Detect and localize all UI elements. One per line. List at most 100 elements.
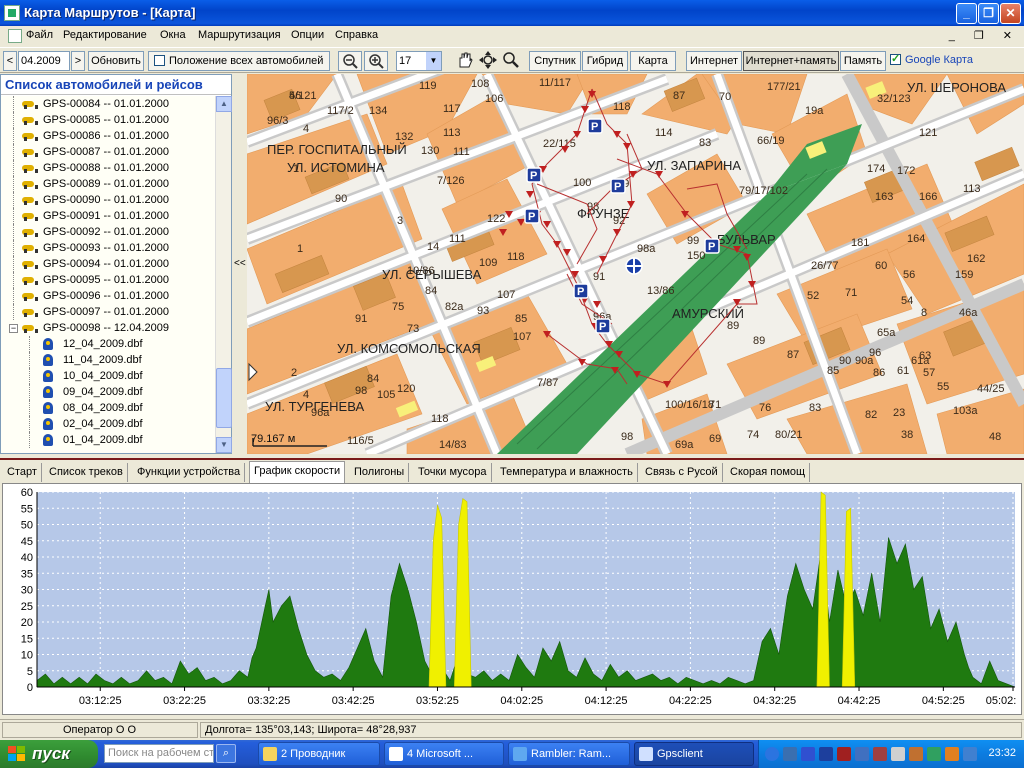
tray-arrow-icon[interactable]	[765, 747, 779, 761]
panel-splitter[interactable]: <<	[232, 74, 246, 454]
task-word[interactable]: 4 Microsoft ...	[384, 742, 504, 766]
parking-marker-icon[interactable]: P	[524, 208, 540, 224]
collapse-icon[interactable]: −	[9, 324, 18, 333]
next-date-button[interactable]: >	[71, 51, 85, 71]
prev-date-button[interactable]: <	[3, 51, 17, 71]
tree-item-vehicle[interactable]: GPS-00093 -- 01.01.2000	[1, 240, 215, 256]
tree-item-vehicle[interactable]: GPS-00086 -- 01.01.2000	[1, 128, 215, 144]
map-view[interactable]: ПЕР. ГОСПИТАЛЬНЫЙ УЛ. ИСТОМИНА УЛ. ШЕРОН…	[247, 74, 1024, 454]
title-bar[interactable]: Карта Маршрутов - [Карта] _ ❐ ✕	[0, 0, 1024, 26]
move-button[interactable]	[477, 51, 499, 71]
tab-garbage-points[interactable]: Точки мусора	[414, 463, 492, 482]
task-browser[interactable]: Rambler: Ram...	[508, 742, 630, 766]
tree-scrollbar[interactable]: ▲ ▼	[215, 96, 232, 453]
satellite-button[interactable]: Спутник	[529, 51, 581, 71]
parking-marker-icon[interactable]: P	[610, 178, 626, 194]
tree-item-vehicle[interactable]: GPS-00094 -- 01.01.2000	[1, 256, 215, 272]
tree-item-vehicle-expanded[interactable]: − GPS-00098 -- 12.04.2009	[1, 320, 215, 336]
zoom-out-button[interactable]	[338, 51, 362, 71]
tree-item-vehicle[interactable]: GPS-00089 -- 01.01.2000	[1, 176, 215, 192]
tree-item-trip-file[interactable]: 08_04_2009.dbf	[1, 400, 215, 416]
tray-app-icon[interactable]	[963, 747, 977, 761]
tab-ambulance[interactable]: Скорая помощ	[726, 463, 811, 482]
menu-options[interactable]: Опции	[291, 29, 324, 41]
vehicle-position-marker[interactable]	[625, 257, 643, 275]
scroll-up-icon[interactable]: ▲	[216, 96, 232, 112]
speed-chart[interactable]: 0 5 10 15 20 25 30 35 40 45 50 55 60 03:12:25 03:22:25…	[3, 484, 1021, 714]
messenger-icon[interactable]	[927, 747, 941, 761]
tree-item-trip-file[interactable]: 02_04_2009.dbf	[1, 416, 215, 432]
tray-app-icon[interactable]	[945, 747, 959, 761]
parking-marker-icon[interactable]: P	[595, 318, 611, 334]
app-icon[interactable]	[4, 5, 20, 21]
tree-item-vehicle[interactable]: GPS-00096 -- 01.01.2000	[1, 288, 215, 304]
security-icon[interactable]	[873, 747, 887, 761]
google-map-toggle[interactable]: Google Карта	[890, 52, 973, 66]
task-explorer[interactable]: 2 Проводник	[258, 742, 380, 766]
zoom-level-select[interactable]: 17 ▼	[396, 51, 442, 71]
show-all-checkbox[interactable]	[154, 55, 165, 66]
show-all-vehicles-toggle[interactable]: Положение всех автомобилей	[148, 51, 330, 71]
tab-polygons[interactable]: Полигоны	[350, 463, 410, 482]
network-icon[interactable]	[783, 747, 797, 761]
menu-windows[interactable]: Окна	[160, 29, 186, 41]
tab-device-functions[interactable]: Функции устройства	[133, 463, 246, 482]
internet-memory-button[interactable]: Интернет+память	[743, 51, 839, 71]
display-icon[interactable]	[855, 747, 869, 761]
network-icon[interactable]	[801, 747, 815, 761]
tree-item-trip-file[interactable]: 01_04_2009.dbf	[1, 432, 215, 448]
parking-marker-icon[interactable]: P	[704, 238, 720, 254]
parking-marker-icon[interactable]: P	[526, 167, 542, 183]
close-button[interactable]: ✕	[1000, 3, 1021, 24]
tab-start[interactable]: Старт	[3, 463, 42, 482]
mdi-window-controls[interactable]: _ ❐ ✕	[949, 29, 1020, 42]
menu-file[interactable]: Файл	[26, 29, 53, 41]
volume-icon[interactable]	[891, 747, 905, 761]
minimize-button[interactable]: _	[956, 3, 977, 24]
tab-temperature-humidity[interactable]: Температура и влажность	[496, 463, 638, 482]
tree-item-vehicle[interactable]: GPS-00092 -- 01.01.2000	[1, 224, 215, 240]
search-icon[interactable]: ⌕	[216, 744, 236, 763]
tree-item-trip-file[interactable]: 12_04_2009.dbf	[1, 336, 215, 352]
menu-routing[interactable]: Маршрутизация	[198, 29, 281, 41]
collapse-panel-icon[interactable]: <<	[234, 258, 246, 269]
update-icon[interactable]	[909, 747, 923, 761]
tree-item-vehicle[interactable]: GPS-00084 -- 01.01.2000	[1, 96, 215, 112]
desktop-search-input[interactable]: Поиск на рабочем ст	[104, 744, 214, 763]
tree-item-trip-file[interactable]: 11_04_2009.dbf	[1, 352, 215, 368]
tree-item-vehicle[interactable]: GPS-00087 -- 01.01.2000	[1, 144, 215, 160]
tree-item-vehicle[interactable]: GPS-00088 -- 01.01.2000	[1, 160, 215, 176]
tree-item-vehicle[interactable]: GPS-00097 -- 01.01.2000	[1, 304, 215, 320]
task-gpsclient[interactable]: Gpsclient	[634, 742, 754, 766]
parking-marker-icon[interactable]: P	[573, 283, 589, 299]
scroll-thumb[interactable]	[216, 368, 232, 428]
memory-button[interactable]: Память	[840, 51, 886, 71]
zoom-in-button[interactable]	[364, 51, 388, 71]
hybrid-button[interactable]: Гибрид	[582, 51, 628, 71]
maximize-button[interactable]: ❐	[978, 3, 999, 24]
tree-item-trip-file[interactable]: 09_04_2009.dbf	[1, 384, 215, 400]
internet-button[interactable]: Интернет	[686, 51, 742, 71]
scroll-down-icon[interactable]: ▼	[216, 437, 232, 453]
start-button[interactable]: пуск	[0, 740, 98, 768]
antivirus-icon[interactable]	[837, 747, 851, 761]
tree-item-vehicle[interactable]: GPS-00090 -- 01.01.2000	[1, 192, 215, 208]
menu-help[interactable]: Справка	[335, 29, 378, 41]
tab-rusa-connection[interactable]: Связь с Русой	[641, 463, 723, 482]
tab-track-list[interactable]: Список треков	[45, 463, 128, 482]
refresh-button[interactable]: Обновить	[88, 51, 144, 71]
map-button[interactable]: Карта	[630, 51, 676, 71]
tree-item-vehicle[interactable]: GPS-00095 -- 01.01.2000	[1, 272, 215, 288]
google-map-checkbox[interactable]	[890, 52, 901, 65]
tree-item-vehicle[interactable]: GPS-00091 -- 01.01.2000	[1, 208, 215, 224]
pan-hand-button[interactable]	[454, 51, 476, 71]
tree-item-vehicle[interactable]: GPS-00085 -- 01.01.2000	[1, 112, 215, 128]
mdi-child-icon[interactable]	[8, 29, 22, 43]
tab-speed-chart[interactable]: График скорости	[249, 461, 346, 483]
date-input[interactable]: 04.2009	[18, 51, 70, 71]
menu-edit[interactable]: Редактирование	[63, 29, 147, 41]
map-canvas[interactable]: ПЕР. ГОСПИТАЛЬНЫЙ УЛ. ИСТОМИНА УЛ. ШЕРОН…	[247, 74, 1024, 454]
bluetooth-icon[interactable]	[819, 747, 833, 761]
tree-item-trip-file[interactable]: 10_04_2009.dbf	[1, 368, 215, 384]
zoom-tool-button[interactable]	[500, 51, 522, 71]
